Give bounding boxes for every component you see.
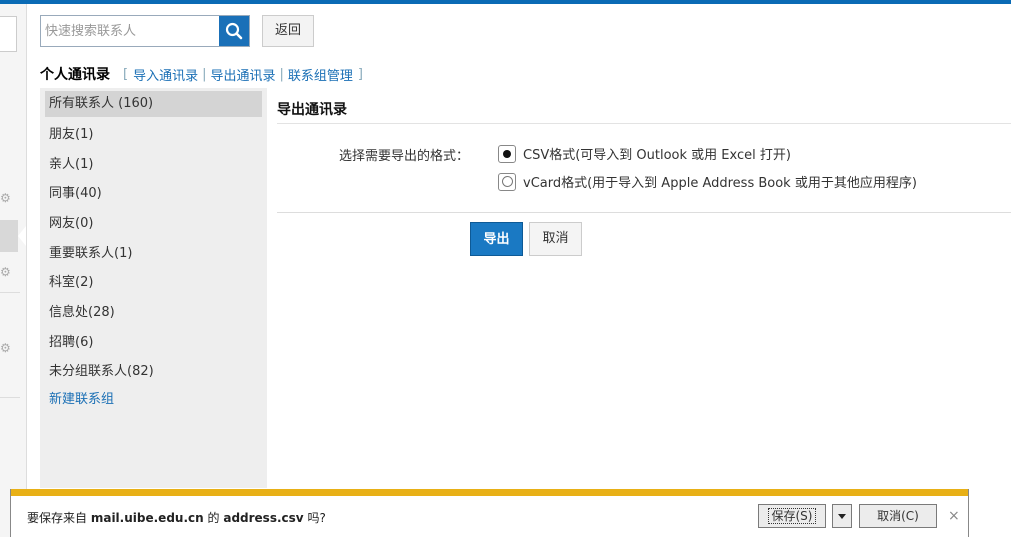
format-option-label: CSV格式(可导入到 Outlook 或用 Excel 打开) <box>523 148 791 163</box>
search-button[interactable] <box>219 16 249 46</box>
radio-csv[interactable] <box>498 144 516 163</box>
form-divider <box>277 212 1011 213</box>
radio-selected-dot <box>503 149 511 158</box>
top-accent-bar <box>0 0 1011 4</box>
group-item-section[interactable]: 科室(2) <box>45 270 262 296</box>
group-item-recruiting[interactable]: 招聘(6) <box>45 330 262 356</box>
export-button[interactable]: 导出 <box>470 222 523 256</box>
nav-toggle-box[interactable] <box>0 16 17 52</box>
download-message: 要保存来自 mail.uibe.edu.cn 的 address.csv 吗? <box>27 509 326 526</box>
format-option-vcard[interactable]: vCard格式(用于导入到 Apple Address Book 或用于其他应用… <box>498 172 917 191</box>
page-header: 个人通讯录 [ 导入通讯录 | 导出通讯录 | 联系组管理 ] <box>40 65 368 84</box>
import-contacts-link[interactable]: 导入通讯录 <box>133 65 198 84</box>
manage-groups-link[interactable]: 联系组管理 <box>288 65 353 84</box>
new-group-link[interactable]: 新建联系组 <box>45 387 262 413</box>
format-option-label: vCard格式(用于导入到 Apple Address Book 或用于其他应用… <box>523 176 917 191</box>
back-button[interactable]: 返回 <box>262 15 314 47</box>
export-contacts-link[interactable]: 导出通讯录 <box>210 65 275 84</box>
nav-divider <box>0 292 20 293</box>
contact-groups-sidebar: 所有联系人 (160) 朋友(1) 亲人(1) 同事(40) 网友(0) 重要联… <box>40 88 267 488</box>
contact-search <box>40 15 250 47</box>
group-item-friends[interactable]: 朋友(1) <box>45 122 262 148</box>
bracket-open: [ <box>123 66 129 82</box>
download-cancel-button[interactable]: 取消(C) <box>859 504 937 528</box>
search-input[interactable] <box>41 16 219 46</box>
bracket-close: ] <box>357 66 363 82</box>
group-item-all[interactable]: 所有联系人 (160) <box>45 91 262 117</box>
message-suffix: 吗? <box>307 511 326 525</box>
cancel-button[interactable]: 取消 <box>529 222 582 256</box>
group-item-info-office[interactable]: 信息处(28) <box>45 300 262 326</box>
format-option-csv[interactable]: CSV格式(可导入到 Outlook 或用 Excel 打开) <box>498 144 791 163</box>
format-label: 选择需要导出的格式： <box>339 149 470 164</box>
radio-empty-circle <box>501 176 513 187</box>
group-item-colleagues[interactable]: 同事(40) <box>45 181 262 207</box>
collapsed-left-nav: ⚙ ⚙ ⚙ <box>0 4 27 537</box>
group-item-important[interactable]: 重要联系人(1) <box>45 241 262 267</box>
nav-divider <box>0 397 20 398</box>
link-separator: | <box>202 66 207 82</box>
notification-stripe <box>11 489 968 496</box>
group-item-family[interactable]: 亲人(1) <box>45 152 262 178</box>
download-site: mail.uibe.edu.cn <box>90 511 204 525</box>
nav-active-item[interactable] <box>0 220 18 252</box>
active-notch <box>18 226 26 246</box>
save-button-label: 保存(S) <box>767 508 817 524</box>
close-icon[interactable]: × <box>948 508 960 524</box>
gear-icon[interactable]: ⚙ <box>0 266 11 278</box>
message-middle: 的 <box>207 511 220 525</box>
save-button[interactable]: 保存(S) <box>758 504 826 528</box>
group-item-netfriends[interactable]: 网友(0) <box>45 211 262 237</box>
save-options-dropdown[interactable] <box>832 504 852 528</box>
title-underline <box>277 123 1011 124</box>
group-item-ungrouped[interactable]: 未分组联系人(82) <box>45 359 262 385</box>
gear-icon[interactable]: ⚙ <box>0 192 11 204</box>
page-title: 个人通讯录 <box>40 67 110 83</box>
download-notification-bar: 要保存来自 mail.uibe.edu.cn 的 address.csv 吗? … <box>10 489 969 537</box>
search-icon <box>225 22 243 40</box>
download-filename: address.csv <box>223 511 304 525</box>
link-separator: | <box>279 66 284 82</box>
gear-icon[interactable]: ⚙ <box>0 342 11 354</box>
export-panel-title: 导出通讯录 <box>277 102 347 118</box>
radio-vcard[interactable] <box>498 172 516 191</box>
message-prefix: 要保存来自 <box>27 511 88 525</box>
